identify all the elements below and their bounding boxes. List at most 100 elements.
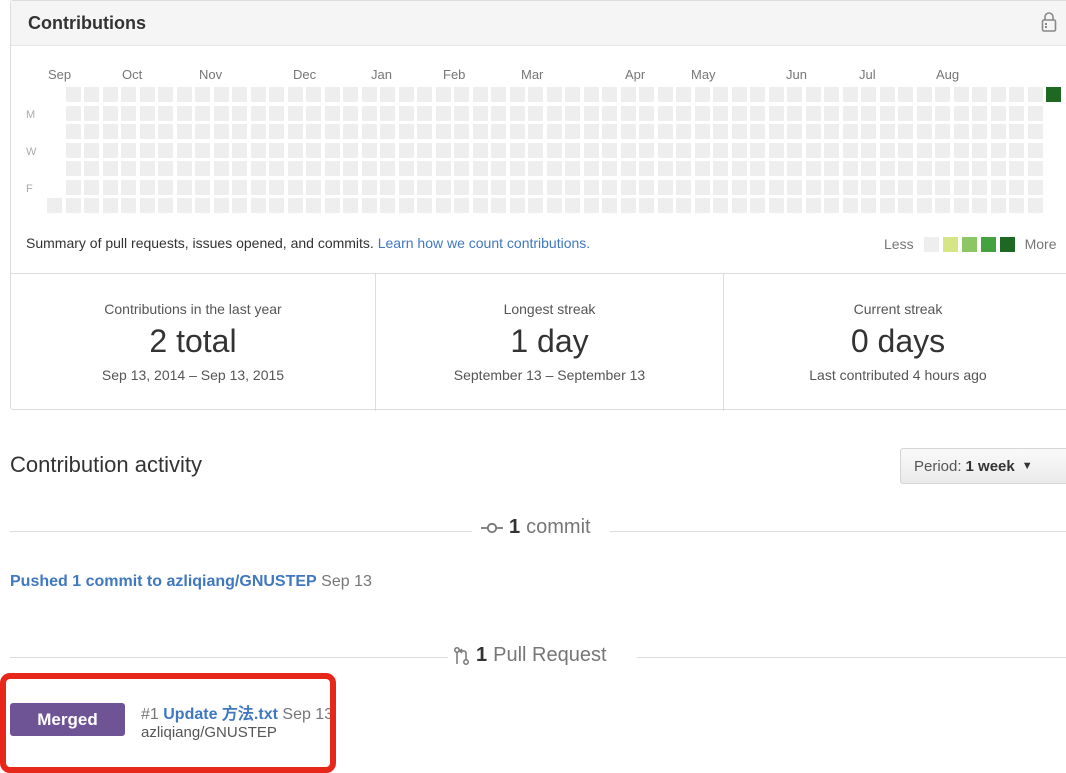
calendar-day[interactable] [509, 142, 525, 158]
calendar-day[interactable] [398, 142, 414, 158]
calendar-day[interactable] [657, 142, 673, 158]
calendar-day[interactable] [361, 87, 377, 102]
calendar-day[interactable] [583, 198, 599, 213]
calendar-day[interactable] [1027, 179, 1043, 195]
calendar-day[interactable] [805, 142, 821, 158]
calendar-day[interactable] [491, 87, 506, 102]
calendar-day[interactable] [380, 124, 395, 139]
calendar-day[interactable] [768, 161, 784, 176]
calendar-day[interactable] [916, 105, 932, 121]
calendar-day[interactable] [639, 124, 654, 139]
calendar-day[interactable] [953, 87, 969, 102]
calendar-day[interactable] [324, 161, 340, 176]
calendar-day[interactable] [546, 124, 562, 139]
calendar-day[interactable] [565, 124, 580, 139]
calendar-day[interactable] [491, 142, 506, 158]
calendar-day[interactable] [953, 142, 969, 158]
calendar-day[interactable] [195, 198, 210, 213]
calendar-day[interactable] [898, 198, 913, 213]
calendar-day[interactable] [398, 124, 414, 139]
calendar-day[interactable] [546, 161, 562, 176]
calendar-day[interactable] [787, 124, 802, 139]
calendar-day[interactable] [935, 105, 950, 121]
calendar-day[interactable] [972, 142, 987, 158]
calendar-day[interactable] [84, 124, 99, 139]
calendar-day[interactable] [602, 142, 617, 158]
calendar-day[interactable] [750, 124, 765, 139]
calendar-day[interactable] [879, 161, 895, 176]
calendar-day[interactable] [139, 87, 155, 102]
calendar-day[interactable] [176, 161, 192, 176]
calendar-day[interactable] [158, 161, 173, 176]
calendar-day[interactable] [306, 142, 321, 158]
calendar-day[interactable] [676, 124, 691, 139]
calendar-day[interactable] [306, 124, 321, 139]
calendar-day[interactable] [176, 105, 192, 121]
calendar-day[interactable] [417, 198, 432, 213]
calendar-day[interactable] [1009, 142, 1024, 158]
calendar-day[interactable] [879, 179, 895, 195]
calendar-day[interactable] [65, 87, 81, 102]
calendar-day[interactable] [509, 105, 525, 121]
calendar-day[interactable] [1027, 105, 1043, 121]
calendar-day[interactable] [232, 198, 247, 213]
calendar-day[interactable] [546, 87, 562, 102]
calendar-day[interactable] [435, 105, 451, 121]
calendar-day[interactable] [417, 105, 432, 121]
calendar-day[interactable] [84, 142, 99, 158]
calendar-day[interactable] [435, 124, 451, 139]
calendar-day[interactable] [472, 87, 488, 102]
calendar-day[interactable] [805, 161, 821, 176]
calendar-day[interactable] [972, 179, 987, 195]
calendar-day[interactable] [602, 161, 617, 176]
calendar-day[interactable] [916, 179, 932, 195]
calendar-day[interactable] [713, 105, 728, 121]
calendar-day[interactable] [972, 198, 987, 213]
calendar-day[interactable] [861, 179, 876, 195]
calendar-day[interactable] [768, 198, 784, 213]
calendar-day[interactable] [676, 198, 691, 213]
calendar-day[interactable] [861, 161, 876, 176]
calendar-day[interactable] [1027, 198, 1043, 213]
calendar-day[interactable] [47, 198, 62, 213]
calendar-day[interactable] [361, 124, 377, 139]
calendar-day[interactable] [343, 198, 358, 213]
calendar-day[interactable] [916, 161, 932, 176]
calendar-day[interactable] [620, 105, 636, 121]
calendar-day[interactable] [139, 105, 155, 121]
calendar-day[interactable] [398, 179, 414, 195]
calendar-day[interactable] [842, 198, 858, 213]
calendar-day[interactable] [102, 142, 118, 158]
calendar-day[interactable] [639, 142, 654, 158]
calendar-day[interactable] [787, 87, 802, 102]
calendar-day[interactable] [65, 142, 81, 158]
calendar-day[interactable] [491, 105, 506, 121]
calendar-day[interactable] [787, 179, 802, 195]
calendar-day[interactable] [750, 161, 765, 176]
calendar-day[interactable] [953, 179, 969, 195]
calendar-day[interactable] [528, 142, 543, 158]
calendar-day[interactable] [361, 105, 377, 121]
calendar-day[interactable] [731, 124, 747, 139]
calendar-day[interactable] [713, 124, 728, 139]
calendar-day[interactable] [361, 161, 377, 176]
calendar-day[interactable] [491, 179, 506, 195]
calendar-day[interactable] [287, 198, 303, 213]
calendar-day[interactable] [509, 124, 525, 139]
calendar-day[interactable] [139, 198, 155, 213]
calendar-day[interactable] [472, 198, 488, 213]
calendar-day[interactable] [287, 87, 303, 102]
calendar-day[interactable] [343, 105, 358, 121]
calendar-day[interactable] [731, 179, 747, 195]
calendar-day[interactable] [935, 142, 950, 158]
calendar-day[interactable] [953, 161, 969, 176]
calendar-day[interactable] [694, 142, 710, 158]
calendar-day[interactable] [324, 87, 340, 102]
calendar-day[interactable] [713, 179, 728, 195]
calendar-day[interactable] [343, 124, 358, 139]
calendar-day[interactable] [232, 179, 247, 195]
calendar-day[interactable] [916, 87, 932, 102]
calendar-day[interactable] [139, 179, 155, 195]
calendar-day[interactable] [176, 142, 192, 158]
calendar-day[interactable] [1009, 105, 1024, 121]
